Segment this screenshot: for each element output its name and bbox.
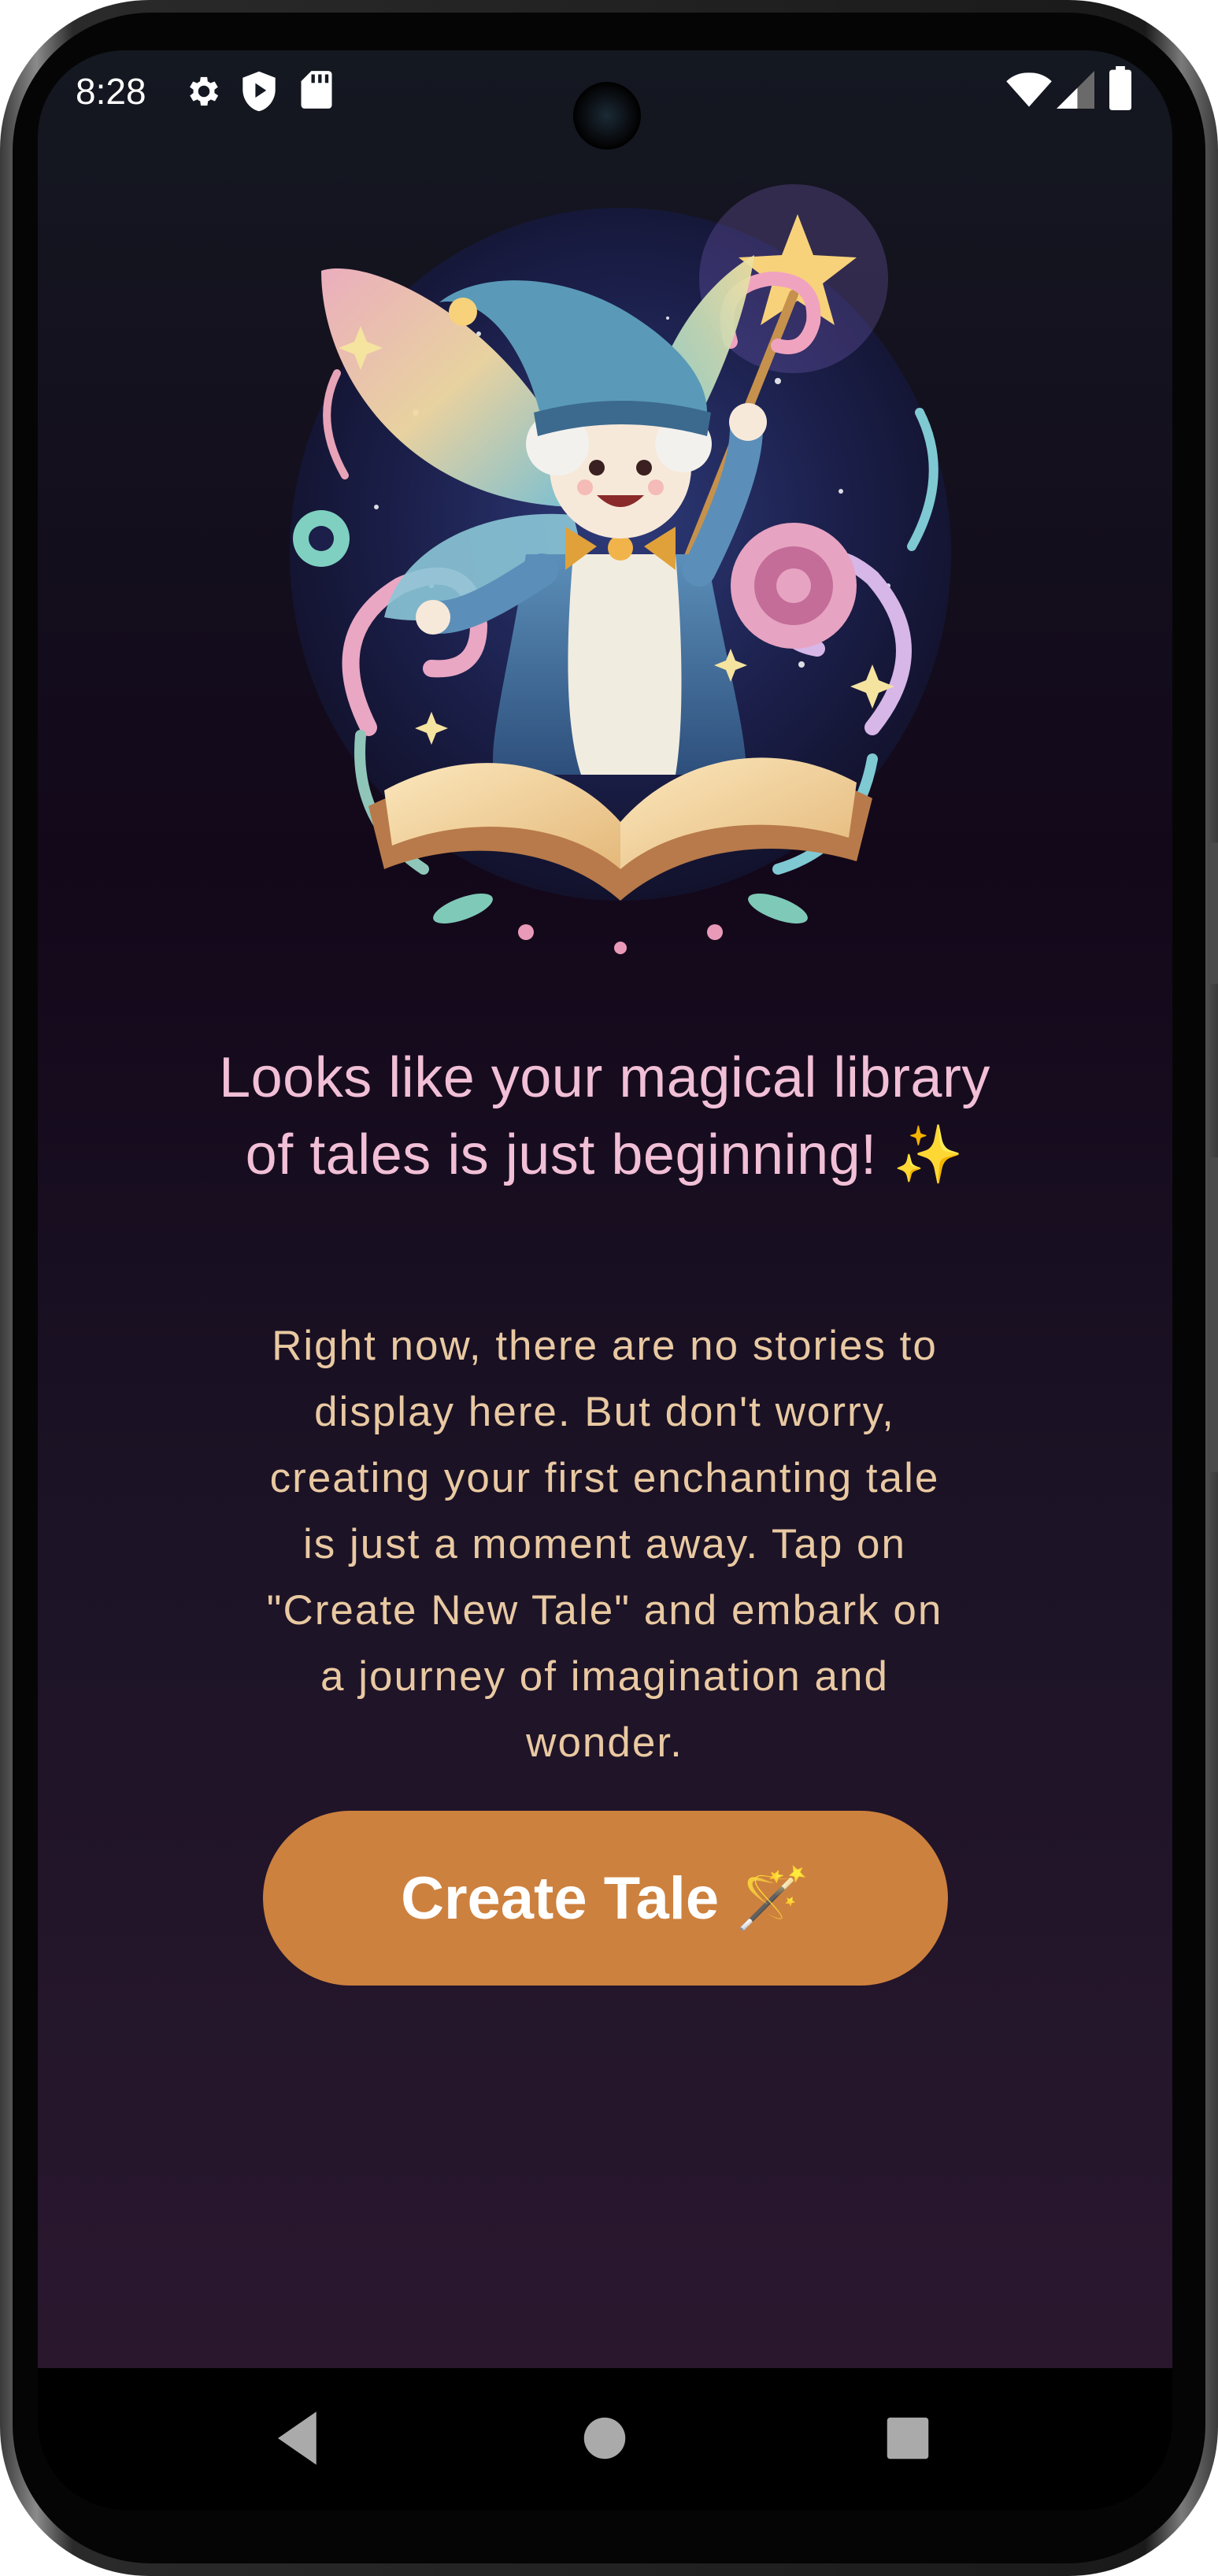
screen: 8:28 Looks like your magical library of … [38, 50, 1172, 2510]
empty-state-description: Right now, there are no stories to displ… [266, 1323, 943, 1766]
create-tale-button-label: Create Tale 🪄 [401, 1865, 810, 1932]
signal-icon [1057, 71, 1094, 113]
battery-icon [1109, 66, 1132, 114]
wizard-illustration [227, 176, 1014, 972]
status-time: 8:28 [76, 71, 146, 112]
back-icon[interactable] [266, 2403, 337, 2478]
navigation-bar [38, 2368, 1172, 2510]
empty-state-headline: Looks like your magical library of tales… [219, 1046, 990, 1186]
sd-card-icon [301, 69, 332, 114]
recents-icon[interactable] [872, 2403, 943, 2478]
wifi-icon [1006, 71, 1052, 113]
power-button [1209, 842, 1218, 984]
home-icon[interactable] [569, 2403, 640, 2478]
volume-button [1209, 1157, 1218, 1472]
front-camera [573, 82, 641, 150]
create-tale-button[interactable]: Create Tale 🪄 [263, 1811, 948, 1986]
gear-icon [184, 69, 224, 117]
shield-icon [241, 69, 277, 117]
phone-frame: 8:28 Looks like your magical library of … [0, 0, 1218, 2576]
